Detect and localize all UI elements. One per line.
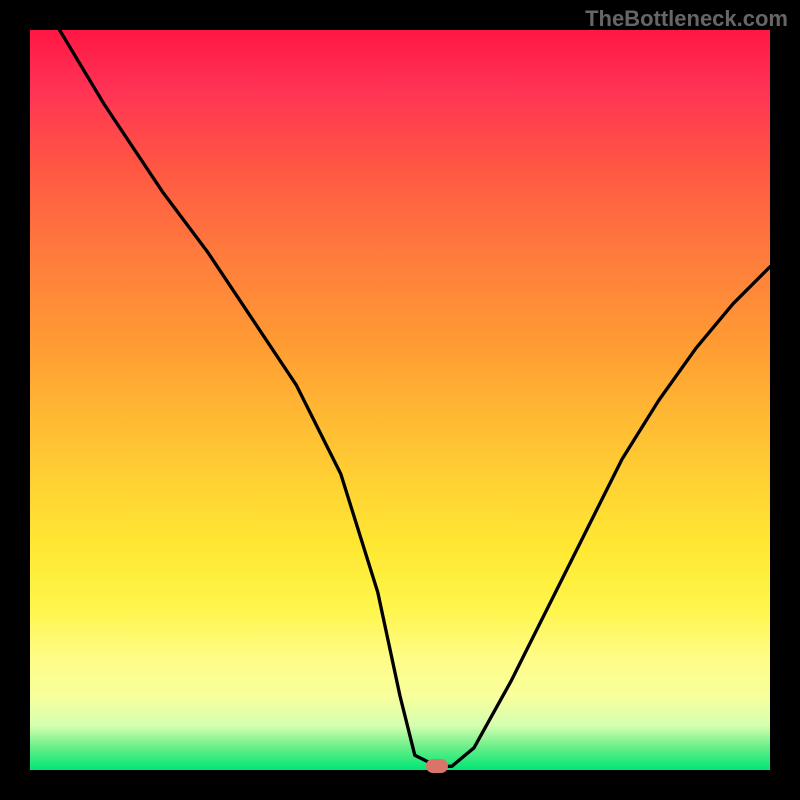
chart-plot-area (30, 30, 770, 770)
bottleneck-curve (30, 30, 770, 770)
watermark-label: TheBottleneck.com (585, 6, 788, 32)
optimal-point-marker (426, 759, 448, 773)
